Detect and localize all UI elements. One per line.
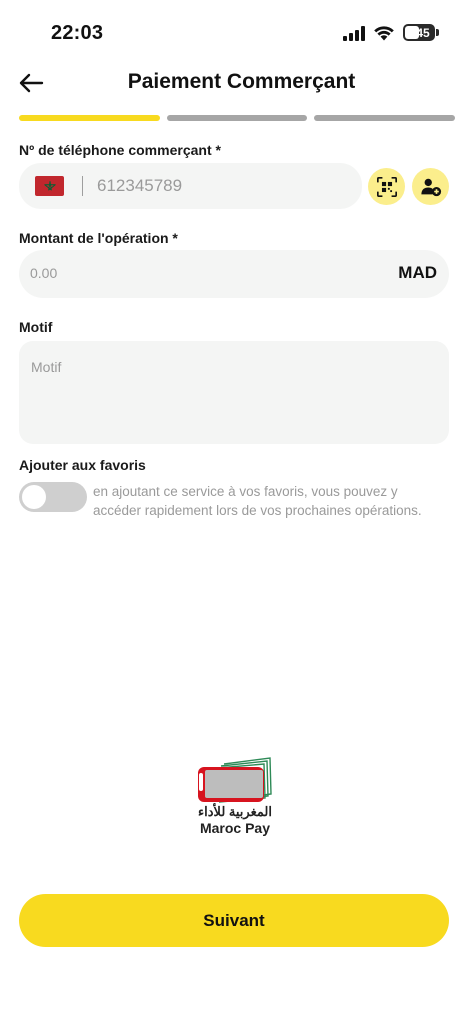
step-progress bbox=[19, 115, 456, 121]
motif-field[interactable]: Motif bbox=[19, 341, 449, 444]
favorites-toggle[interactable] bbox=[19, 482, 87, 512]
phone-field[interactable]: 612345789 bbox=[19, 163, 362, 209]
motif-input[interactable]: Motif bbox=[31, 359, 61, 375]
brand-name-arabic: المغربية للأداء bbox=[198, 804, 272, 819]
wifi-icon bbox=[374, 25, 394, 40]
header: Paiement Commerçant bbox=[0, 60, 473, 106]
amount-input[interactable]: 0.00 bbox=[30, 265, 57, 281]
add-contact-icon bbox=[420, 178, 441, 196]
cellular-signal-icon bbox=[343, 25, 365, 41]
page-title: Paiement Commerçant bbox=[127, 70, 356, 93]
brand-name: Maroc Pay bbox=[199, 820, 271, 836]
add-contact-button[interactable] bbox=[412, 168, 449, 205]
status-bar: 22:03 45 bbox=[0, 0, 473, 60]
qr-scan-button[interactable] bbox=[368, 168, 405, 205]
phone-value[interactable]: 612345789 bbox=[97, 176, 182, 196]
favorites-label: Ajouter aux favoris bbox=[19, 457, 146, 473]
battery-level: 45 bbox=[416, 25, 430, 40]
next-button[interactable]: Suivant bbox=[19, 894, 449, 947]
step-2-indicator bbox=[166, 115, 308, 121]
motif-label: Motif bbox=[19, 319, 53, 335]
step-3-indicator bbox=[314, 115, 456, 121]
morocco-flag-icon bbox=[35, 176, 64, 196]
amount-label: Montant de l'opération * bbox=[19, 230, 178, 246]
field-divider bbox=[82, 176, 83, 196]
currency-label: MAD bbox=[398, 263, 437, 282]
step-1-indicator bbox=[19, 115, 160, 121]
battery-icon: 45 bbox=[403, 24, 435, 41]
status-icons: 45 bbox=[343, 24, 439, 41]
toggle-knob bbox=[22, 485, 46, 509]
phone-label: Nº de téléphone commerçant * bbox=[19, 142, 221, 158]
amount-field[interactable]: 0.00 MAD bbox=[19, 250, 449, 298]
maroc-pay-logo: المغربية للأداء Maroc Pay bbox=[190, 757, 280, 837]
favorites-description: en ajoutant ce service à vos favoris, vo… bbox=[93, 484, 422, 518]
maroc-pay-logo-icon bbox=[198, 757, 272, 803]
status-time: 22:03 bbox=[51, 22, 104, 44]
qr-scan-icon bbox=[376, 176, 397, 197]
